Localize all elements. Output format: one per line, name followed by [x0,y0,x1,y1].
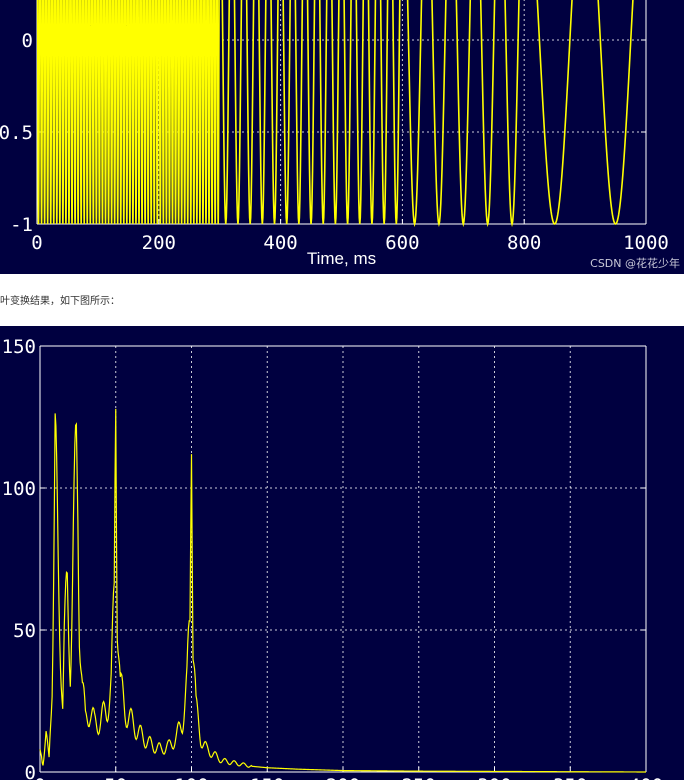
x-tick-label: 150 [250,775,284,780]
frequency-domain-chart-svg: 050100150200250300350400050100150 [2,336,663,780]
y-tick-label: -1 [10,214,33,236]
frequency-domain-plot: 050100150200250300350400050100150 [0,326,684,780]
x-tick-label: 350 [553,775,587,780]
signal-trace [36,0,634,228]
x-tick-label: 800 [507,232,541,254]
x-tick-label: 250 [402,775,436,780]
x-tick-label: 600 [385,232,419,254]
x-axis-label: Time, ms [307,249,376,268]
x-tick-label: 50 [104,775,127,780]
y-tick-label: 50 [13,620,36,642]
y-tick-label: 100 [2,478,36,500]
x-tick-label: 400 [263,232,297,254]
y-tick-label: 0 [22,30,33,52]
x-tick-label: 200 [142,232,176,254]
x-tick-label: 1000 [623,232,669,254]
time-domain-plot: 0 200 400 600 800 1000 -1 0.5 0 Time, ms CSDN @花花… [0,0,684,274]
time-domain-chart-svg: 0 200 400 600 800 1000-10.50Time, ms [0,0,669,268]
caption-text: 叶变换结果，如下图所示： [0,296,120,307]
x-tick-label: 200 [326,775,360,780]
x-tick-label: 100 [174,775,208,780]
x-tick-label: 300 [477,775,511,780]
x-tick-label: 400 [629,775,663,780]
y-tick-label: 150 [2,336,36,358]
y-tick-label: 0.5 [0,122,33,144]
watermark: CSDN @花花少年 [590,257,680,270]
y-tick-label: 0 [25,762,36,780]
